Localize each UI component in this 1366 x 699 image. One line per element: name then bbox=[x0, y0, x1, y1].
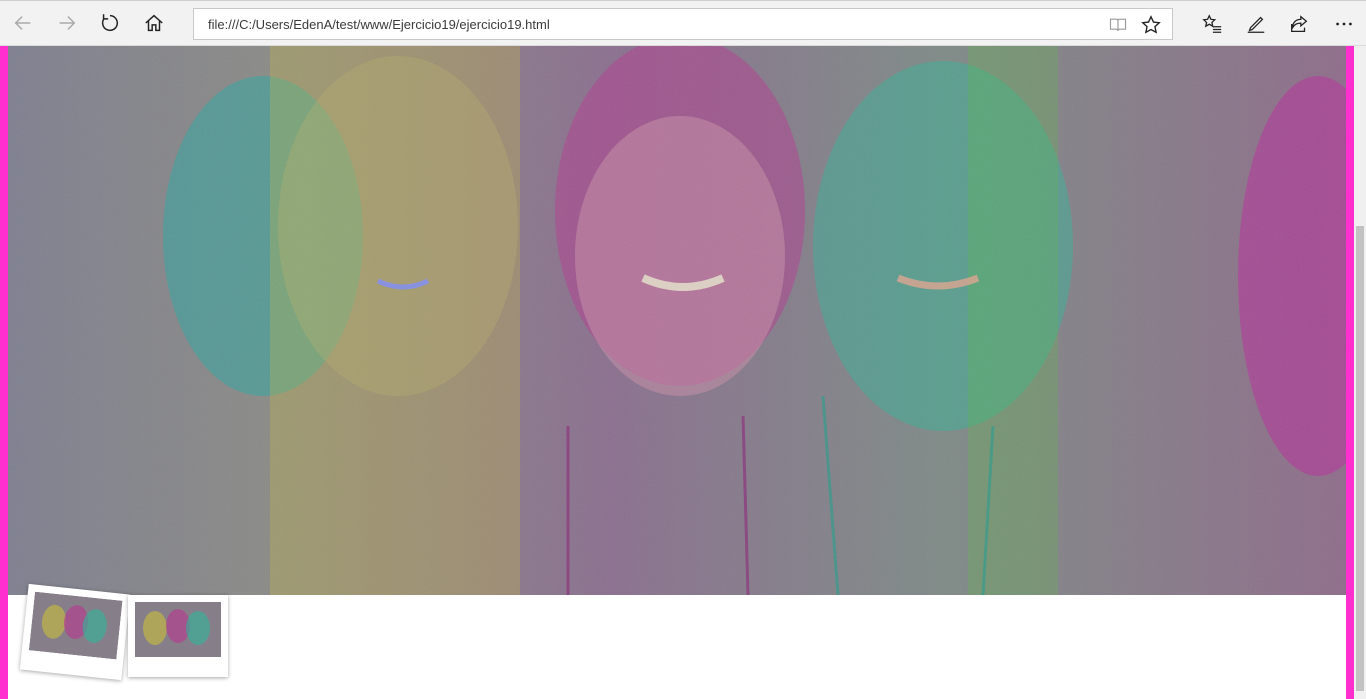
refresh-icon bbox=[101, 14, 119, 32]
back-arrow-icon bbox=[14, 16, 31, 30]
book-icon bbox=[1109, 18, 1127, 31]
filtered-faces-image bbox=[8, 46, 1346, 595]
add-favorite-button[interactable] bbox=[1140, 14, 1162, 36]
forward-arrow-icon bbox=[59, 16, 76, 30]
photo-thumbnail-icon bbox=[135, 602, 221, 657]
thumbnail-image bbox=[28, 591, 123, 660]
web-note-button[interactable] bbox=[1242, 10, 1270, 38]
reading-view-button[interactable] bbox=[1108, 15, 1128, 35]
url-text[interactable]: file:///C:/Users/EdenA/test/www/Ejercici… bbox=[208, 17, 550, 32]
page-viewport bbox=[0, 46, 1354, 699]
share-button[interactable] bbox=[1285, 10, 1313, 38]
thumbnail-image bbox=[135, 602, 221, 657]
refresh-button[interactable] bbox=[95, 8, 125, 38]
vertical-scrollbar[interactable] bbox=[1354, 46, 1366, 699]
home-button[interactable] bbox=[139, 8, 169, 38]
favorites-list-icon bbox=[1202, 14, 1222, 33]
star-icon bbox=[1141, 15, 1161, 34]
favorites-hub-button[interactable] bbox=[1198, 10, 1226, 38]
top-divider bbox=[0, 0, 1366, 1]
share-icon bbox=[1291, 15, 1308, 32]
main-photo bbox=[8, 46, 1346, 595]
photo-thumbnail-icon bbox=[28, 591, 123, 660]
ellipsis-icon bbox=[1336, 22, 1352, 26]
pen-icon bbox=[1247, 16, 1265, 33]
forward-button[interactable] bbox=[52, 8, 82, 38]
right-pink-border bbox=[1346, 46, 1354, 699]
home-icon bbox=[145, 14, 163, 32]
more-options-button[interactable] bbox=[1330, 10, 1358, 38]
address-bar[interactable]: file:///C:/Users/EdenA/test/www/Ejercici… bbox=[193, 8, 1173, 40]
photo-thumbnail-2[interactable] bbox=[128, 595, 228, 677]
scrollbar-thumb[interactable] bbox=[1356, 226, 1364, 691]
photo-thumbnail-1[interactable] bbox=[19, 583, 131, 681]
browser-toolbar: file:///C:/Users/EdenA/test/www/Ejercici… bbox=[0, 0, 1366, 46]
left-pink-border bbox=[0, 46, 8, 699]
back-button[interactable] bbox=[8, 8, 38, 38]
